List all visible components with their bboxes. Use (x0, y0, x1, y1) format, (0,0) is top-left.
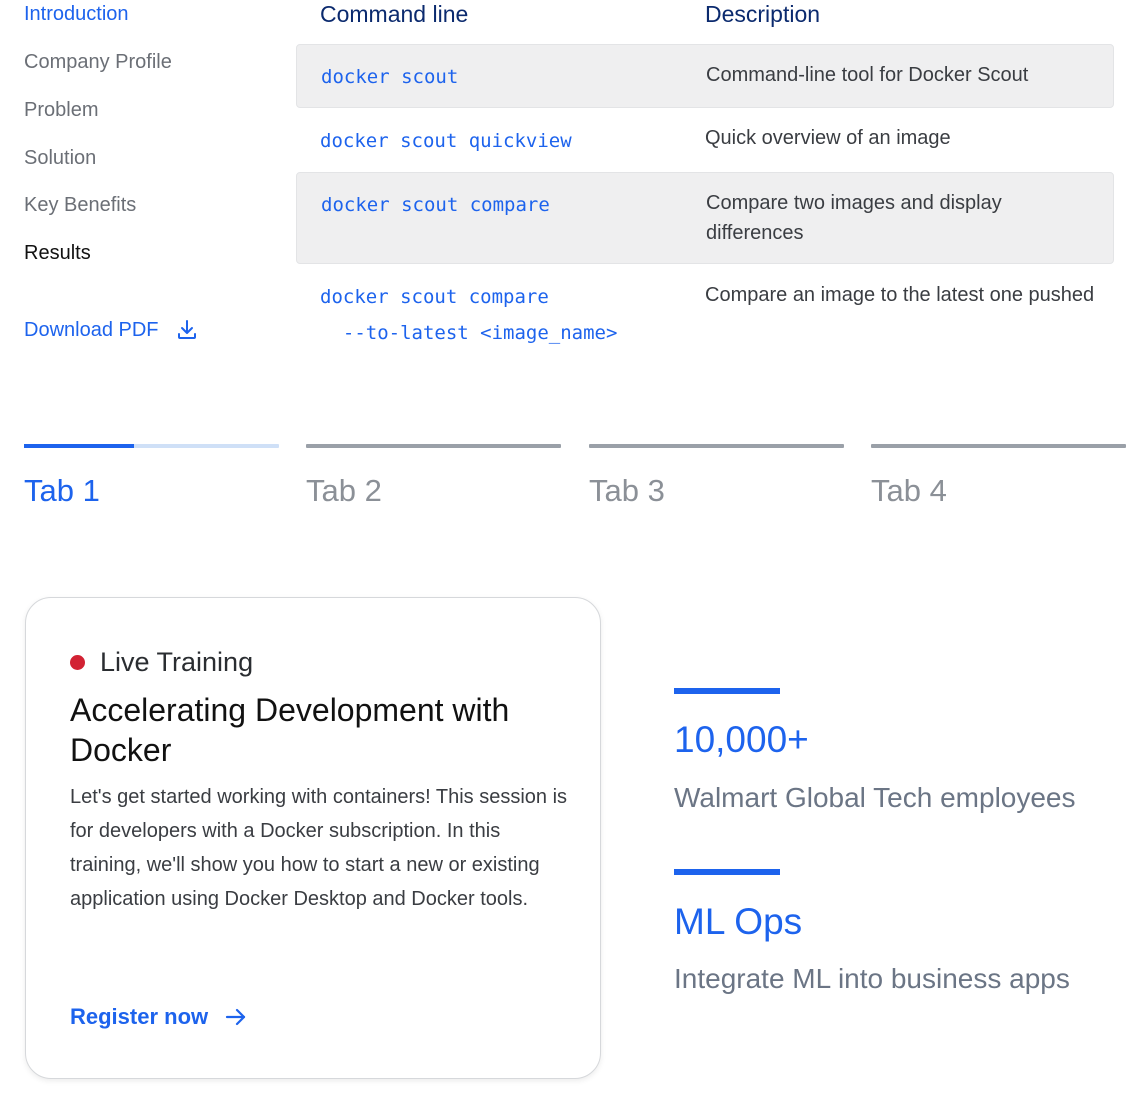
tab-3[interactable]: Tab 3 (589, 444, 844, 509)
live-training-card: Live Training Accelerating Development w… (25, 597, 601, 1079)
sidebar-item-company-profile[interactable]: Company Profile (24, 49, 172, 75)
card-title: Accelerating Development with Docker (70, 692, 510, 768)
command-cell: docker scout quickview (320, 130, 572, 152)
tab-progress-track (24, 444, 279, 448)
tab-label: Tab 1 (24, 473, 100, 508)
table-row: docker scout Command-line tool for Docke… (296, 44, 1114, 108)
stat-label: Walmart Global Tech employees (674, 782, 1076, 813)
tab-1[interactable]: Tab 1 (24, 444, 279, 509)
card-description: Let's get started working with container… (70, 786, 568, 910)
description-cell: Quick overview of an image (705, 127, 951, 149)
description-cell: Compare an image to the latest one pushe… (705, 284, 1095, 306)
table-row: docker scout compare Compare two images … (296, 172, 1114, 264)
command-cell: docker scout compare --to-latest <image_… (320, 286, 618, 344)
command-cell: docker scout (321, 66, 459, 88)
stat-divider (674, 869, 780, 875)
register-now-label: Register now (70, 1004, 209, 1029)
tab-progress-fill (24, 444, 134, 448)
stat-divider (674, 688, 780, 694)
header-command-line: Command line (320, 1, 469, 27)
live-badge: Live Training (70, 646, 253, 678)
tab-2[interactable]: Tab 2 (306, 444, 561, 509)
stat-value: ML Ops (674, 901, 803, 942)
tab-bar (306, 444, 561, 448)
command-cell: docker scout compare (321, 194, 550, 216)
tab-bar (871, 444, 1126, 448)
stat-label: Integrate ML into business apps (674, 963, 1070, 994)
live-badge-label: Live Training (100, 647, 254, 677)
sidebar-item-results[interactable]: Results (24, 240, 91, 266)
tab-bar (589, 444, 844, 448)
table-row: docker scout quickview Quick overview of… (296, 108, 1114, 172)
download-pdf-label: Download PDF (24, 319, 159, 341)
sidebar-item-solution[interactable]: Solution (24, 145, 96, 171)
download-pdf-link[interactable]: Download PDF (24, 317, 199, 343)
sidebar-item-key-benefits[interactable]: Key Benefits (24, 192, 136, 218)
description-cell: Command-line tool for Docker Scout (706, 64, 1029, 86)
arrow-right-icon (226, 1008, 246, 1026)
tab-label: Tab 3 (589, 473, 665, 508)
description-cell: Compare two images and display differenc… (706, 192, 1002, 244)
download-icon (177, 320, 196, 339)
tab-label: Tab 2 (306, 473, 382, 508)
tab-label: Tab 4 (871, 473, 947, 508)
table-row: docker scout compare --to-latest <image_… (296, 264, 1114, 364)
sidebar-item-problem[interactable]: Problem (24, 97, 98, 123)
header-description: Description (705, 1, 821, 27)
stat-value: 10,000+ (674, 719, 809, 760)
tab-4[interactable]: Tab 4 (871, 444, 1126, 509)
register-now-link[interactable]: Register now (70, 1002, 248, 1032)
sidebar-item-introduction[interactable]: Introduction (24, 1, 129, 27)
live-dot-icon (70, 654, 85, 670)
